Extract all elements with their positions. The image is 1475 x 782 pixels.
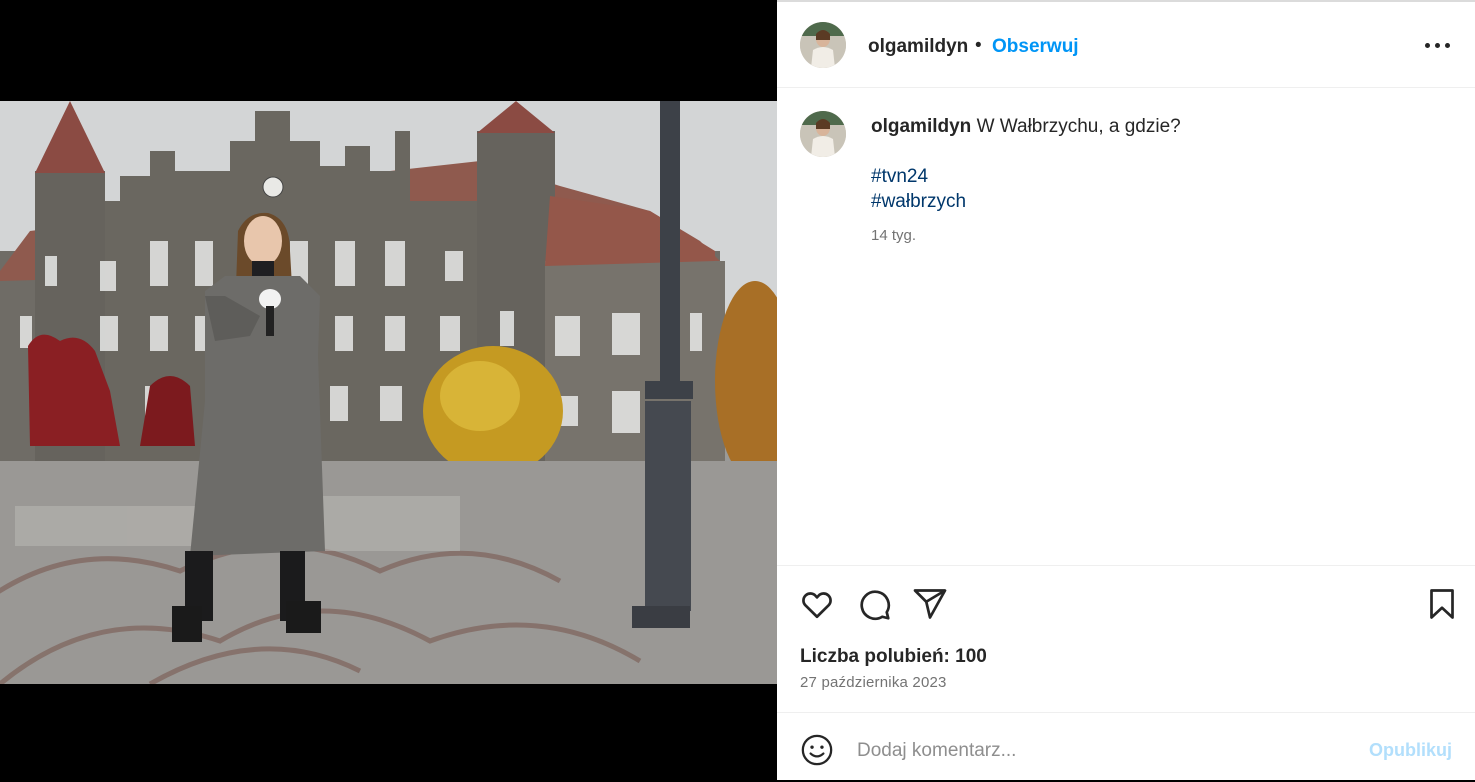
comment-icon[interactable] [856,586,892,622]
comment-input[interactable] [855,733,1329,769]
post-date: 27 października 2023 [800,674,947,691]
caption-avatar[interactable] [800,111,846,157]
emoji-icon[interactable] [800,733,834,767]
follow-button[interactable]: Obserwuj [992,36,1079,58]
comment-bar: Opublikuj [777,712,1475,782]
post-actions: Liczba polubień: 100 27 października 202… [777,565,1475,712]
bookmark-icon[interactable] [1424,586,1460,622]
publish-button[interactable]: Opublikuj [1369,740,1452,761]
post-header: olgamildyn • Obserwuj [777,2,1475,88]
hashtag-tvn24[interactable]: #tvn24 [871,166,928,188]
post-photo[interactable] [0,101,777,684]
caption-section: olgamildyn W Wałbrzychu, a gdzie? #tvn24… [777,88,1475,566]
hashtag-walbrzych[interactable]: #wałbrzych [871,191,966,213]
post-side-panel: olgamildyn • Obserwuj olgamildyn W Wałbr… [777,0,1475,780]
caption-text: olgamildyn W Wałbrzychu, a gdzie? [871,116,1181,138]
caption-body: W Wałbrzychu, a gdzie? [976,116,1181,137]
caption-username[interactable]: olgamildyn [871,116,971,137]
more-options-icon[interactable] [1423,34,1453,54]
share-icon[interactable] [912,586,948,622]
caption-timestamp[interactable]: 14 tyg. [871,227,916,244]
avatar[interactable] [800,22,846,68]
likes-count[interactable]: Liczba polubień: 100 [800,646,987,668]
separator-dot: • [975,35,982,56]
post-media [0,0,777,780]
username[interactable]: olgamildyn [868,36,968,58]
heart-icon[interactable] [799,586,835,622]
